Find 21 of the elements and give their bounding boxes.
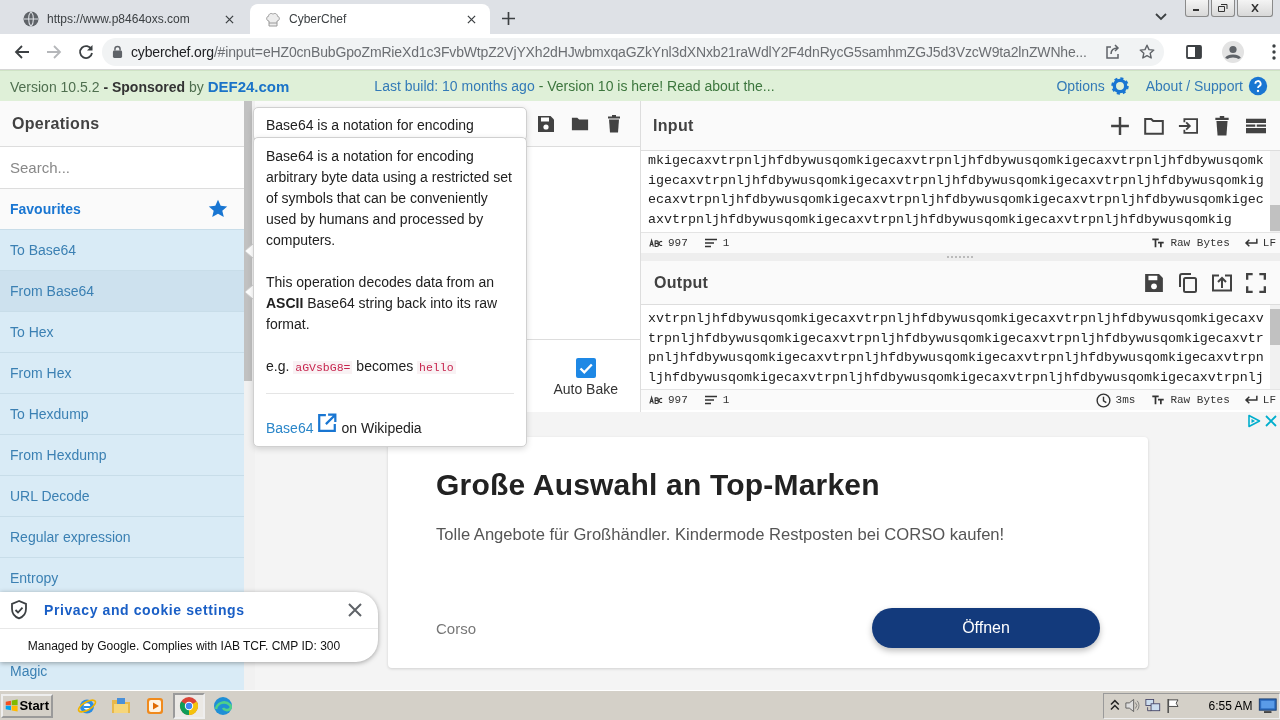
line-count: 1 (722, 394, 730, 406)
link-suffix-text: on Wikipedia (341, 420, 422, 436)
ad-headline: Große Auswahl an Top-Marken (436, 467, 881, 503)
ad-description: Tolle Angebote für Großhändler. Kindermode Restposten bei CORSO kaufen! (436, 525, 1006, 545)
advertiser-name: Corso (436, 619, 476, 637)
description-text: Base64 is a notation for encoding arbitrary byte data using a restricted set of symbols that can be conveniently used by humans and processed by computers. (266, 147, 513, 250)
build-info: Last build: 10 months ago (374, 78, 535, 94)
operations-title: Operations (12, 114, 100, 133)
input-title: Input (653, 116, 694, 135)
tooltip-text: Base64 is a notation for encoding (266, 117, 474, 133)
version-text: Version 10.5.2 - Sponsored by DEF24.com (10, 77, 290, 95)
auto-bake-label: Auto Bake (553, 381, 618, 397)
cookie-notice-text: Managed by Google. Complies with IAB TCF. CMP ID: 300 (26, 637, 342, 655)
bake-time: 3ms (1115, 394, 1136, 406)
line-count: 1 (722, 237, 730, 249)
character-count: 997 (668, 237, 688, 249)
character-count: 997 (668, 394, 688, 406)
example-text: e.g. aGVsbG8= becomes hello (266, 357, 457, 376)
output-title: Output (654, 273, 709, 292)
clock-text: 6:55 AM (1208, 698, 1253, 713)
description-text: This operation decodes data from an ASCII Base64 string back into its raw format. (266, 273, 499, 334)
